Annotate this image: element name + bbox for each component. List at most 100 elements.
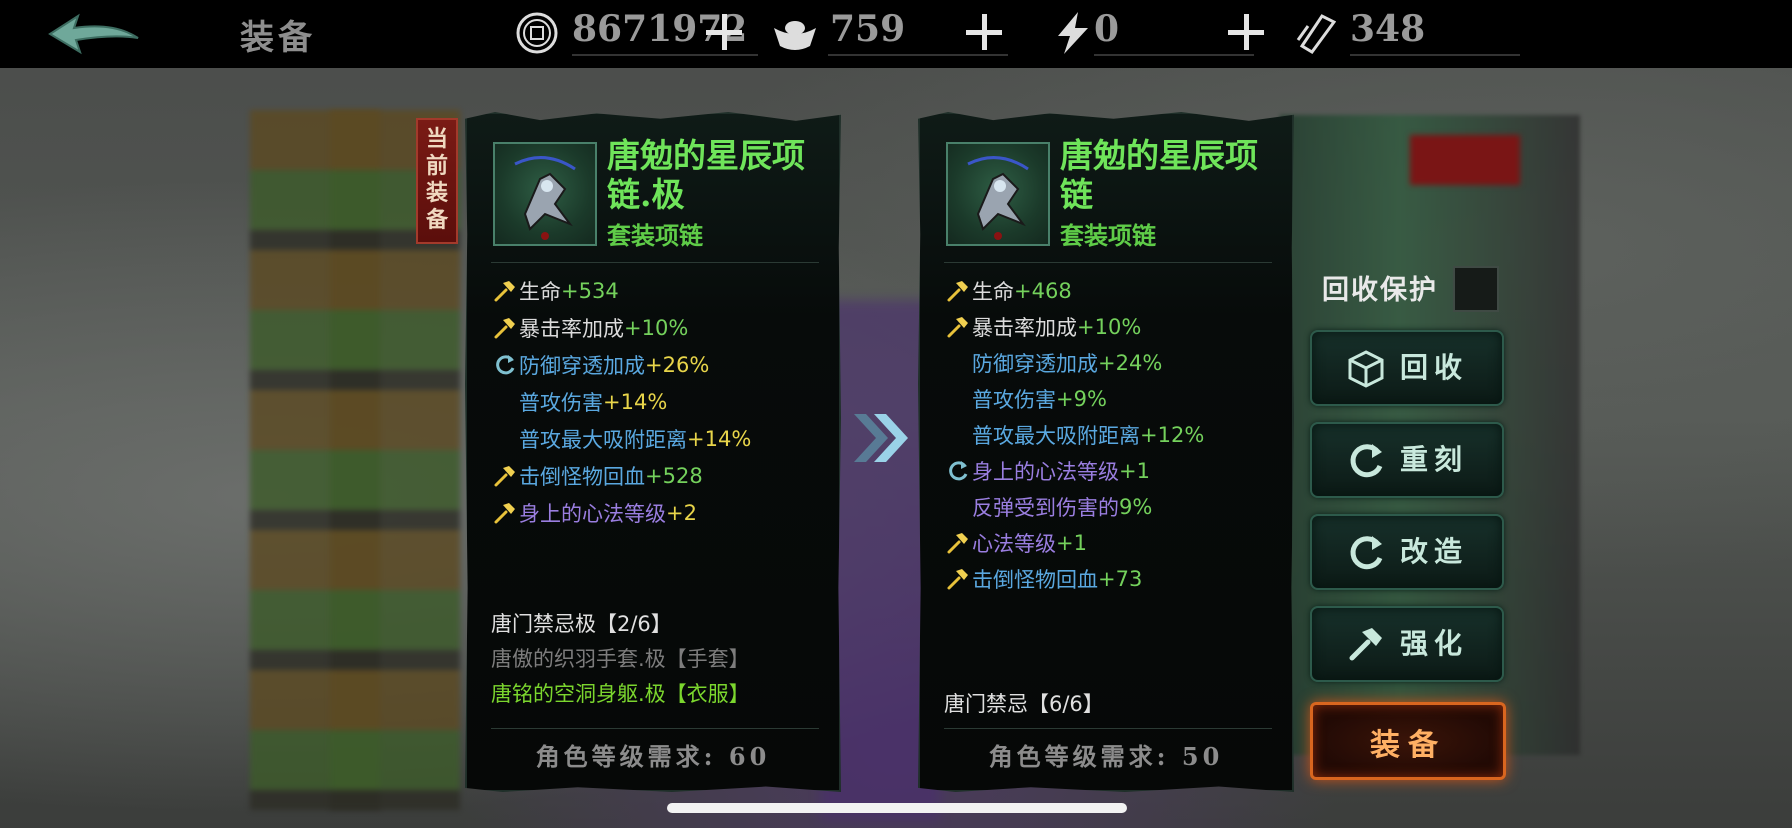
attribute-name: 生命 bbox=[519, 280, 561, 304]
divider bbox=[944, 728, 1272, 729]
hammer-icon bbox=[947, 569, 968, 590]
level-requirement: 角色等级需求: 50 bbox=[988, 742, 1224, 771]
hammer-icon bbox=[494, 281, 515, 302]
energy-counter: 0 bbox=[1052, 6, 1254, 58]
attribute-row: 防御穿透加成+26% bbox=[493, 350, 709, 380]
cube-icon bbox=[1348, 350, 1384, 388]
attribute-value: +10% bbox=[1077, 315, 1142, 339]
attribute-value: 9% bbox=[1119, 495, 1153, 519]
attribute-value: +2 bbox=[666, 501, 697, 525]
necklace-item-icon[interactable] bbox=[493, 142, 597, 246]
attribute-value: +9% bbox=[1056, 387, 1107, 411]
divider bbox=[1094, 54, 1254, 56]
attribute-value: +24% bbox=[1098, 351, 1163, 375]
attribute-value: +534 bbox=[561, 279, 619, 303]
attribute-name: 暴击率加成 bbox=[972, 316, 1077, 340]
compare-arrow-icon bbox=[854, 414, 908, 462]
modify-button[interactable]: 改造 bbox=[1310, 514, 1504, 590]
hammer-icon bbox=[494, 318, 515, 339]
attribute-name: 心法等级 bbox=[972, 532, 1056, 556]
attribute-row: 击倒怪物回血+73 bbox=[946, 564, 1142, 594]
reforge-button[interactable]: 重刻 bbox=[1310, 422, 1504, 498]
recycle-button[interactable]: 回收 bbox=[1310, 330, 1504, 406]
ticket-icon bbox=[1296, 14, 1336, 54]
reforge-label: 重刻 bbox=[1400, 443, 1469, 476]
attribute-name: 普攻伤害 bbox=[519, 391, 603, 415]
blank-icon-slot bbox=[946, 495, 970, 519]
attribute-value: +14% bbox=[603, 390, 668, 414]
attribute-value: +10% bbox=[624, 316, 689, 340]
attribute-value: +528 bbox=[645, 464, 703, 488]
item-type: 套装项链 bbox=[1060, 221, 1156, 250]
home-indicator[interactable] bbox=[667, 803, 1127, 813]
attribute-name: 击倒怪物回血 bbox=[972, 568, 1098, 592]
attribute-row: 反弹受到伤害的9% bbox=[946, 492, 1152, 522]
attribute-name: 生命 bbox=[972, 280, 1014, 304]
add-coin-button[interactable] bbox=[706, 14, 742, 50]
current-equipment-tag: 当前装备 bbox=[416, 118, 458, 244]
attribute-row: 普攻伤害+9% bbox=[946, 384, 1107, 414]
hammer-icon bbox=[1349, 628, 1382, 661]
divider bbox=[1350, 54, 1520, 56]
divider bbox=[491, 728, 819, 729]
attribute-name: 普攻最大吸附距离 bbox=[972, 424, 1140, 448]
attribute-row: 生命+534 bbox=[493, 276, 619, 306]
hammer-icon bbox=[494, 466, 515, 487]
add-energy-button[interactable] bbox=[1228, 14, 1264, 50]
attribute-row: 普攻伤害+14% bbox=[493, 387, 667, 417]
top-bar: 装备 8671972 759 0 348 bbox=[0, 0, 1792, 68]
set-bonus-line: 唐门禁忌【6/6】 bbox=[944, 692, 1104, 716]
coin-icon bbox=[516, 12, 558, 54]
necklace-item-icon[interactable] bbox=[946, 142, 1050, 246]
level-requirement: 角色等级需求: 60 bbox=[535, 742, 771, 771]
item-name: 唐勉的星辰项链.极 bbox=[607, 136, 805, 214]
refresh-icon bbox=[496, 355, 515, 375]
modify-label: 改造 bbox=[1400, 535, 1469, 568]
refresh-icon bbox=[1350, 536, 1383, 570]
silver-ingot-icon bbox=[774, 21, 816, 50]
item-name: 唐勉的星辰项链 bbox=[1060, 136, 1258, 214]
enhance-button[interactable]: 强化 bbox=[1310, 606, 1504, 682]
attribute-name: 反弹受到伤害的 bbox=[972, 496, 1119, 520]
attribute-name: 普攻伤害 bbox=[972, 388, 1056, 412]
attribute-name: 身上的心法等级 bbox=[972, 460, 1119, 484]
enhance-label: 强化 bbox=[1400, 627, 1469, 660]
attribute-row: 生命+468 bbox=[946, 276, 1072, 306]
attribute-row: 防御穿透加成+24% bbox=[946, 348, 1162, 378]
equip-label: 装备 bbox=[1370, 728, 1446, 763]
set-bonus-line: 唐门禁忌极【2/6】 bbox=[491, 612, 672, 636]
back-arrow-icon[interactable] bbox=[44, 8, 144, 60]
refresh-icon bbox=[949, 461, 968, 481]
attribute-value: +468 bbox=[1014, 279, 1072, 303]
attribute-name: 防御穿透加成 bbox=[519, 354, 645, 378]
blank-icon-slot bbox=[493, 390, 517, 414]
add-silver-button[interactable] bbox=[966, 14, 1002, 50]
blank-icon-slot bbox=[493, 427, 517, 451]
item-art bbox=[967, 156, 1029, 240]
attribute-row: 普攻最大吸附距离+14% bbox=[493, 424, 751, 454]
blank-icon-slot bbox=[946, 387, 970, 411]
set-bonus-line: 唐铭的空洞身躯.极【衣服】 bbox=[491, 682, 750, 706]
attribute-row: 暴击率加成+10% bbox=[493, 313, 688, 343]
attribute-row: 暴击率加成+10% bbox=[946, 312, 1141, 342]
attribute-value: +1 bbox=[1056, 531, 1087, 555]
divider bbox=[828, 54, 1008, 56]
set-bonus-line: 唐傲的织羽手套.极【手套】 bbox=[491, 647, 750, 671]
attribute-value: +12% bbox=[1140, 423, 1205, 447]
hammer-icon bbox=[494, 503, 515, 524]
recycle-protection-checkbox[interactable] bbox=[1453, 266, 1499, 312]
attribute-row: 身上的心法等级+2 bbox=[493, 498, 697, 528]
blank-icon-slot bbox=[946, 351, 970, 375]
hammer-icon bbox=[947, 533, 968, 554]
attribute-name: 防御穿透加成 bbox=[972, 352, 1098, 376]
item-art bbox=[514, 156, 576, 240]
blank-icon-slot bbox=[946, 423, 970, 447]
divider bbox=[572, 54, 758, 56]
attribute-row: 身上的心法等级+1 bbox=[946, 456, 1150, 486]
attribute-row: 普攻最大吸附距离+12% bbox=[946, 420, 1204, 450]
divider bbox=[944, 262, 1272, 263]
equip-button[interactable]: 装备 bbox=[1310, 702, 1506, 780]
divider bbox=[491, 262, 819, 263]
attribute-row: 心法等级+1 bbox=[946, 528, 1087, 558]
attribute-row: 击倒怪物回血+528 bbox=[493, 461, 703, 491]
